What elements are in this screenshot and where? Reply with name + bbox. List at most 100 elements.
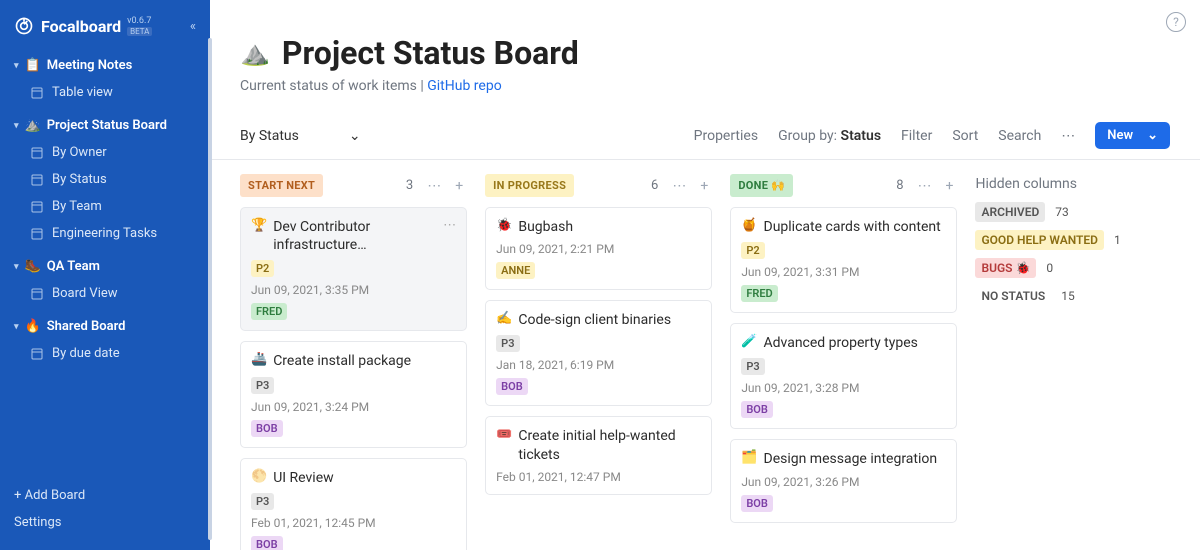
new-button[interactable]: New⌄ <box>1095 122 1170 149</box>
card-icon: 🐞 <box>496 218 512 235</box>
properties-button[interactable]: Properties <box>694 128 758 144</box>
card-date: Jan 18, 2021, 6:19 PM <box>496 358 701 372</box>
card[interactable]: 🏆Dev Contributor infrastructure…⋯ P2 Jun… <box>240 207 467 331</box>
hidden-columns-title: Hidden columns <box>975 176 1186 192</box>
sidebar-item-label: By Owner <box>52 145 107 160</box>
card-date: Jun 09, 2021, 3:35 PM <box>251 283 456 297</box>
hidden-column-row[interactable]: NO STATUS15 <box>975 286 1186 306</box>
more-icon[interactable]: ⋯ <box>1061 128 1075 144</box>
column-prog: IN PROGRESS 6 ⋯ + 🐞Bugbash Jun 09, 2021,… <box>485 174 712 550</box>
column-add-icon[interactable]: + <box>696 178 712 194</box>
column-add-icon[interactable]: + <box>451 178 467 194</box>
card[interactable]: ✍️Code-sign client binaries P3 Jan 18, 2… <box>485 300 712 406</box>
column-label[interactable]: START NEXT <box>240 174 323 197</box>
hidden-column-label: NO STATUS <box>975 286 1051 306</box>
sidebar-item-label: Engineering Tasks <box>52 226 157 241</box>
priority-badge: P3 <box>251 493 274 510</box>
column-more-icon[interactable]: ⋯ <box>668 178 690 194</box>
search-button[interactable]: Search <box>998 128 1041 144</box>
sidebar-item[interactable]: Engineering Tasks <box>0 220 210 247</box>
card[interactable]: 🌕UI Review P3 Feb 01, 2021, 12:45 PM BOB <box>240 458 467 550</box>
owner-badge: BOB <box>496 378 528 395</box>
sort-button[interactable]: Sort <box>952 128 978 144</box>
column-add-icon[interactable]: + <box>942 178 958 194</box>
card-date: Jun 09, 2021, 3:31 PM <box>741 265 946 279</box>
sidebar-item[interactable]: By Team <box>0 193 210 220</box>
sidebar-group-header[interactable]: ▾🥾QA Team <box>0 251 210 280</box>
sidebar-item[interactable]: By Owner <box>0 139 210 166</box>
card[interactable]: 🍯Duplicate cards with content P2 Jun 09,… <box>730 207 957 313</box>
priority-badge: P2 <box>741 242 764 259</box>
card-title: Advanced property types <box>764 334 918 352</box>
column-header: START NEXT 3 ⋯ + <box>240 174 467 197</box>
column-label[interactable]: DONE 🙌 <box>730 174 793 197</box>
card-icon: 🏆 <box>251 218 267 235</box>
column-more-icon[interactable]: ⋯ <box>423 178 445 194</box>
chevron-down-icon: ▾ <box>14 121 19 131</box>
card-more-icon[interactable]: ⋯ <box>443 218 456 235</box>
hidden-column-row[interactable]: BUGS 🐞0 <box>975 258 1186 278</box>
card[interactable]: 🗂️Design message integration Jun 09, 202… <box>730 439 957 522</box>
card-title: Bugbash <box>518 218 573 236</box>
column-count: 3 <box>406 178 413 193</box>
app-logo[interactable]: Focalboard <box>14 16 121 36</box>
help-icon[interactable]: ? <box>1166 12 1186 32</box>
hidden-column-row[interactable]: GOOD HELP WANTED1 <box>975 230 1186 250</box>
sidebar-item[interactable]: Table view <box>0 79 210 106</box>
card-title: Code-sign client binaries <box>518 311 671 329</box>
sidebar-item[interactable]: By due date <box>0 340 210 367</box>
add-board-button[interactable]: + Add Board <box>14 482 196 509</box>
collapse-sidebar-icon[interactable]: « <box>190 19 196 34</box>
group-icon: ⛰️ <box>25 118 41 133</box>
hidden-column-count: 73 <box>1055 205 1069 219</box>
priority-badge: P3 <box>741 358 764 375</box>
card-icon: 🧪 <box>741 334 757 351</box>
owner-badge: BOB <box>251 536 283 550</box>
chevron-down-icon: ▾ <box>14 262 19 272</box>
view-icon <box>30 173 44 187</box>
group-icon: 🔥 <box>25 319 41 334</box>
hidden-column-row[interactable]: ARCHIVED73 <box>975 202 1186 222</box>
sidebar-item-label: Table view <box>52 85 113 100</box>
column-label[interactable]: IN PROGRESS <box>485 174 574 197</box>
card-title: Create install package <box>273 352 411 370</box>
chevron-down-icon: ▾ <box>14 322 19 332</box>
settings-link[interactable]: Settings <box>14 509 196 536</box>
card[interactable]: 🚢Create install package P3 Jun 09, 2021,… <box>240 341 467 447</box>
view-selector[interactable]: By Status ⌄ <box>240 128 361 144</box>
board-icon: ⛰️ <box>240 39 270 67</box>
sidebar-group-header[interactable]: ▾📋Meeting Notes <box>0 50 210 79</box>
sidebar-group-header[interactable]: ▾ 🔥 Shared Board <box>0 311 210 340</box>
github-link[interactable]: GitHub repo <box>427 78 501 94</box>
group-by-button[interactable]: Group by: Status <box>778 128 881 144</box>
sidebar-item[interactable]: Board View <box>0 280 210 307</box>
hidden-columns: Hidden columns ARCHIVED73 GOOD HELP WANTED… <box>975 174 1186 550</box>
card-date: Jun 09, 2021, 3:24 PM <box>251 400 456 414</box>
view-icon <box>30 287 44 301</box>
sidebar-group-header[interactable]: ▾ ⛰️ Project Status Board <box>0 110 210 139</box>
hidden-column-count: 1 <box>1114 233 1121 247</box>
priority-badge: P3 <box>496 335 519 352</box>
group-icon: 📋 <box>25 58 41 73</box>
card[interactable]: 🎟️Create initial help-wanted tickets Feb… <box>485 416 712 494</box>
card-icon: 🗂️ <box>741 450 757 467</box>
column-more-icon[interactable]: ⋯ <box>914 178 936 194</box>
board-description: Current status of work items | GitHub re… <box>240 78 1170 94</box>
hidden-column-label: BUGS 🐞 <box>975 258 1036 278</box>
sidebar-item[interactable]: By Status <box>0 166 210 193</box>
card-title: Design message integration <box>764 450 938 468</box>
card-icon: 🚢 <box>251 352 267 369</box>
card[interactable]: 🧪 Advanced property types P3 Jun 09, 2021… <box>730 323 957 429</box>
group-title: Project Status Board <box>47 118 167 133</box>
card[interactable]: 🐞Bugbash Jun 09, 2021, 2:21 PM ANNE <box>485 207 712 290</box>
sidebar-item-label: By due date <box>52 346 120 361</box>
card-date: Jun 09, 2021, 2:21 PM <box>496 242 701 256</box>
filter-button[interactable]: Filter <box>901 128 932 144</box>
card-date: Jun 09, 2021, 3:28 PM <box>741 381 946 395</box>
card-icon: 🌕 <box>251 469 267 486</box>
card-date: Feb 01, 2021, 12:45 PM <box>251 516 456 530</box>
card-icon: 🎟️ <box>496 427 512 444</box>
group-title: Shared Board <box>47 319 126 334</box>
sidebar-scrollbar[interactable] <box>208 38 212 540</box>
app-version: v0.6.7 BETA <box>127 16 152 36</box>
